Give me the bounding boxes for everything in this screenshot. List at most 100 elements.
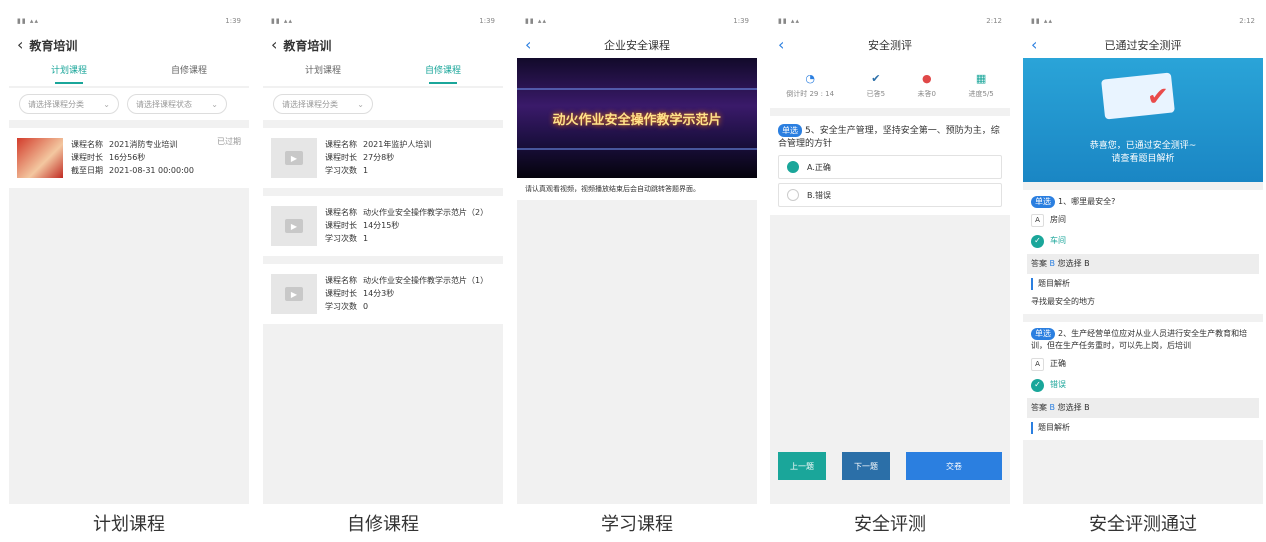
question-text: 单选 2、生产经营单位应对从业人员进行安全生产教育和培训，但在生产任务重时，可以先… <box>1031 328 1255 352</box>
answered-stat: ✔ 已答5 <box>867 72 885 99</box>
page-title: 企业安全课程 <box>604 39 670 52</box>
back-icon[interactable]: ‹ <box>263 37 283 53</box>
course-card[interactable]: 课程名称 2021消防专业培训 课程时长 16分56秒 截至日期 2021-08-31… <box>9 128 249 188</box>
course-info: 课程名称 2021消防专业培训 课程时长 16分56秒 截至日期 2021-08-31… <box>71 138 241 178</box>
progress-stat[interactable]: ▦ 进度5/5 <box>968 72 993 99</box>
tab-self-study[interactable]: 自修课程 <box>383 58 503 86</box>
course-duration: 14分3秒 <box>363 289 395 298</box>
course-duration: 27分8秒 <box>363 153 395 162</box>
course-card[interactable]: ▶ 课程名称 动火作业安全操作教学示范片（2） 课程时长 14分15秒 学习次数 1 <box>263 196 503 256</box>
status-select-label: 请选择课程状态 <box>136 99 192 109</box>
back-icon[interactable]: ‹ <box>1023 37 1043 53</box>
answer-choice: 您选择 B <box>1057 403 1090 412</box>
status-bar: ▮▮ ▴▴ 1:39 <box>263 10 503 32</box>
screens-montage: ▮▮ ▴▴ 1:39 ‹ 教育培训 计划课程 自修课程 请选择课程分类 ⌄ 请选择课… <box>0 0 1266 542</box>
header: ‹ 企业安全课程 <box>517 32 757 58</box>
tab-self-study[interactable]: 自修课程 <box>129 58 249 86</box>
back-icon[interactable]: ‹ <box>770 37 790 53</box>
prev-button[interactable]: 上一题 <box>778 452 826 480</box>
field-label: 学习次数 <box>325 166 357 175</box>
course-name: 2021年监护人培训 <box>363 140 432 149</box>
pass-banner: ✔ 恭喜您，已通过安全测评~ 请查看题目解析 <box>1023 58 1263 182</box>
field-label: 课程名称 <box>71 140 103 149</box>
header: ‹ 教育培训 <box>9 32 249 58</box>
course-name: 动火作业安全操作教学示范片（1） <box>363 276 489 285</box>
category-select[interactable]: 请选择课程分类 ⌄ <box>19 94 119 114</box>
category-select-label: 请选择课程分类 <box>28 99 84 109</box>
tab-planned[interactable]: 计划课程 <box>263 58 383 86</box>
tab-planned[interactable]: 计划课程 <box>9 58 129 86</box>
check-icon: ✓ <box>1031 234 1044 248</box>
course-thumbnail <box>17 138 63 178</box>
field-label: 学习次数 <box>325 234 357 243</box>
question-body: 2、生产经营单位应对从业人员进行安全生产教育和培训，但在生产任务重时，可以先上岗… <box>1031 329 1248 350</box>
option-label: 房间 <box>1050 215 1066 224</box>
answer-prefix: 答案 <box>1031 259 1047 268</box>
test-actions: 上一题 下一题 交卷 <box>778 452 1002 480</box>
screen-study-course: ▮▮ ▴▴ 1:39 ‹ 企业安全课程 动火作业安全操作教学示范片 请认真观看视频… <box>517 10 757 504</box>
status-bar: ▮▮ ▴▴ 2:12 <box>770 10 1010 32</box>
course-card[interactable]: ▶ 课程名称 动火作业安全操作教学示范片（1） 课程时长 14分3秒 学习次数 0 <box>263 264 503 324</box>
submit-button[interactable]: 交卷 <box>906 452 1002 480</box>
question-body: 1、哪里最安全? <box>1058 197 1116 206</box>
option-label: B.错误 <box>807 190 832 200</box>
chevron-down-icon: ⌄ <box>211 99 218 109</box>
check-circle-icon: ✔ <box>871 71 881 85</box>
status-badge: 已过期 <box>217 137 241 146</box>
back-icon[interactable]: ‹ <box>9 37 29 53</box>
question-text: 单选 5、安全生产管理，坚持安全第一、预防为主，综合管理的方针 <box>778 124 1002 151</box>
screen-self-study: ▮▮ ▴▴ 1:39 ‹ 教育培训 计划课程 自修课程 请选择课程分类 ⌄ ▶ 课程… <box>263 10 503 504</box>
option-letter: A <box>1031 357 1044 371</box>
status-time: 1:39 <box>733 17 749 25</box>
filter-row: 请选择课程分类 ⌄ <box>263 88 503 120</box>
field-label: 学习次数 <box>325 302 357 311</box>
option-a[interactable]: A.正确 <box>778 155 1002 179</box>
screen-test-passed: ▮▮ ▴▴ 2:12 ‹ 已通过安全测评 ✔ 恭喜您，已通过安全测评~ 请查看题目解… <box>1023 10 1263 504</box>
course-deadline: 2021-08-31 00:00:00 <box>109 166 194 175</box>
course-card[interactable]: ▶ 课程名称 2021年监护人培训 课程时长 27分8秒 学习次数 1 <box>263 128 503 188</box>
video-note: 请认真观看视频，视频播放结束后会自动跳转答题界面。 <box>517 178 757 200</box>
option-b: ✓ 错误 <box>1031 376 1255 394</box>
next-button[interactable]: 下一题 <box>842 452 890 480</box>
radio-icon <box>787 189 799 201</box>
check-icon: ✓ <box>1031 378 1044 392</box>
course-duration: 14分15秒 <box>363 221 400 230</box>
header: ‹ 已通过安全测评 <box>1023 32 1263 58</box>
status-bar: ▮▮ ▴▴ 2:12 <box>1023 10 1263 32</box>
signal-icon: ▮▮ ▴▴ <box>778 17 800 25</box>
back-icon[interactable]: ‹ <box>517 37 537 53</box>
caption-5: 安全评测通过 <box>1089 514 1197 535</box>
category-select[interactable]: 请选择课程分类 ⌄ <box>273 94 373 114</box>
answer-row: 答案 B 您选择 B <box>1027 398 1259 418</box>
status-time: 2:12 <box>1239 17 1255 25</box>
course-info: 课程名称 动火作业安全操作教学示范片（1） 课程时长 14分3秒 学习次数 0 <box>325 274 495 314</box>
status-time: 1:39 <box>479 17 495 25</box>
course-thumbnail: ▶ <box>271 138 317 178</box>
signal-icon: ▮▮ ▴▴ <box>1031 17 1053 25</box>
chevron-down-icon: ⌄ <box>103 99 110 109</box>
status-select[interactable]: 请选择课程状态 ⌄ <box>127 94 227 114</box>
status-bar: ▮▮ ▴▴ 1:39 <box>9 10 249 32</box>
radio-selected-icon <box>787 161 799 173</box>
option-b: ✓ 车间 <box>1031 232 1255 250</box>
signal-icon: ▮▮ ▴▴ <box>525 17 547 25</box>
field-label: 课程名称 <box>325 140 357 149</box>
answer-key: B <box>1049 403 1056 412</box>
screen-planned-courses: ▮▮ ▴▴ 1:39 ‹ 教育培训 计划课程 自修课程 请选择课程分类 ⌄ 请选择课… <box>9 10 249 504</box>
video-player[interactable]: 动火作业安全操作教学示范片 <box>517 58 757 178</box>
study-count: 1 <box>363 234 369 243</box>
test-stats: ◔ 倒计时 29 : 14 ✔ 已答5 ● 未答0 ▦ 进度5/5 <box>770 58 1010 108</box>
answer-key: B <box>1049 259 1056 268</box>
option-b[interactable]: B.错误 <box>778 183 1002 207</box>
option-a: A 房间 <box>1031 211 1255 229</box>
status-time: 2:12 <box>986 17 1002 25</box>
filter-row: 请选择课程分类 ⌄ 请选择课程状态 ⌄ <box>9 88 249 120</box>
status-time: 1:39 <box>225 17 241 25</box>
header: ‹ 安全测评 <box>770 32 1010 58</box>
question-type-badge: 单选 <box>1031 328 1055 340</box>
clock-icon: ◔ <box>805 71 815 85</box>
analysis-text: 寻找最安全的地方 <box>1031 297 1095 306</box>
pass-message-line: 恭喜您，已通过安全测评~ <box>1089 141 1197 151</box>
course-info: 课程名称 2021年监护人培训 课程时长 27分8秒 学习次数 1 <box>325 138 495 178</box>
course-duration: 16分56秒 <box>109 153 146 162</box>
